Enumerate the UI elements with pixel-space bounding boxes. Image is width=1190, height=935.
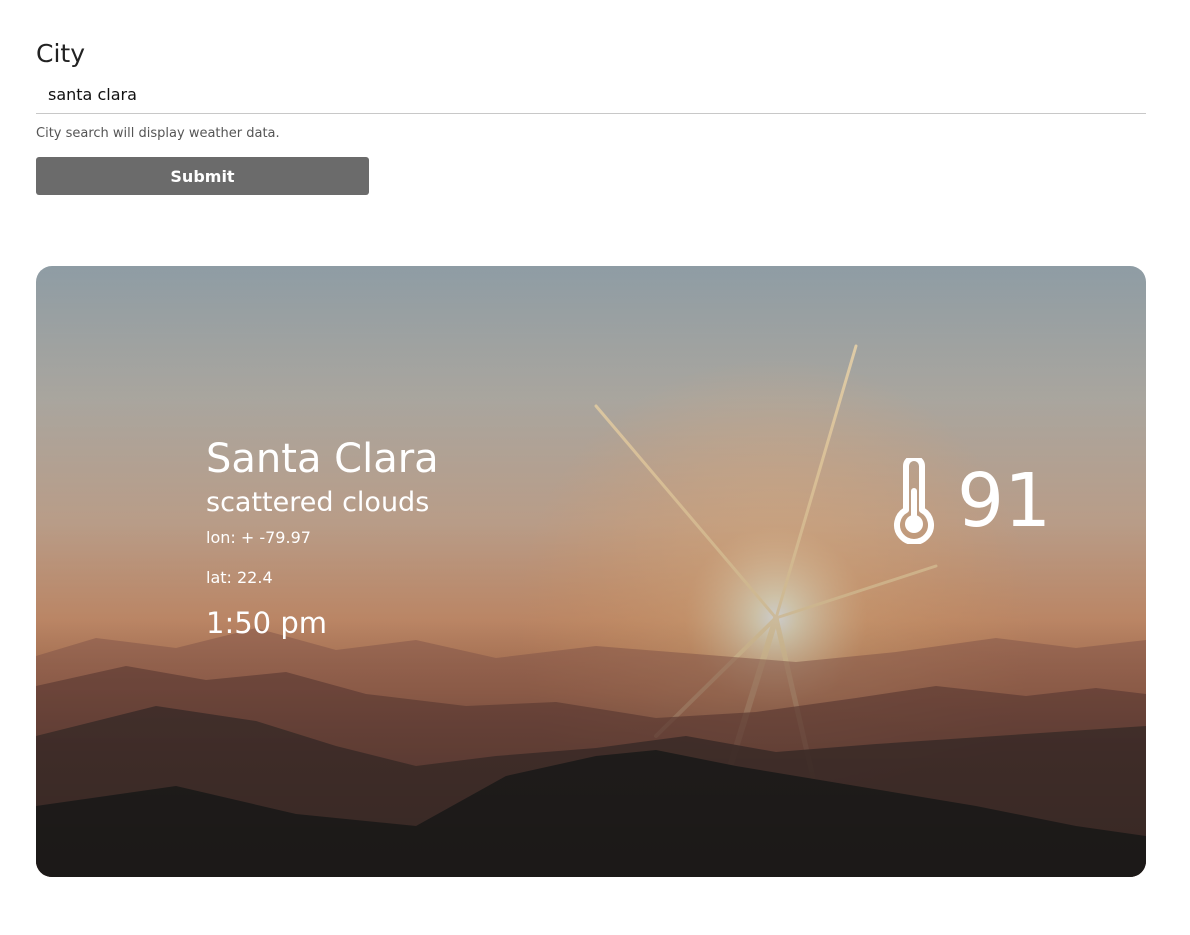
weather-card: Santa Clara scattered clouds lon: + -79.… [36,266,1146,877]
helper-text: City search will display weather data. [36,126,280,141]
temperature-display: 91 [891,456,1051,546]
city-search-form: City City search will display weather da… [36,38,1146,195]
sunset-background-image [36,266,1146,877]
city-name: Santa Clara [206,436,439,482]
submit-button[interactable]: Submit [36,157,369,195]
longitude-text: lon: + -79.97 [206,528,311,547]
local-time: 1:50 pm [206,606,327,640]
latitude-text: lat: 22.4 [206,568,273,587]
city-label: City [36,39,85,68]
weather-info: Santa Clara scattered clouds lon: + -79.… [206,434,439,640]
thermometer-icon [894,458,934,544]
page: City City search will display weather da… [0,0,1190,935]
weather-description: scattered clouds [206,487,430,518]
city-input[interactable] [36,76,1146,114]
temperature-value: 91 [957,458,1052,544]
